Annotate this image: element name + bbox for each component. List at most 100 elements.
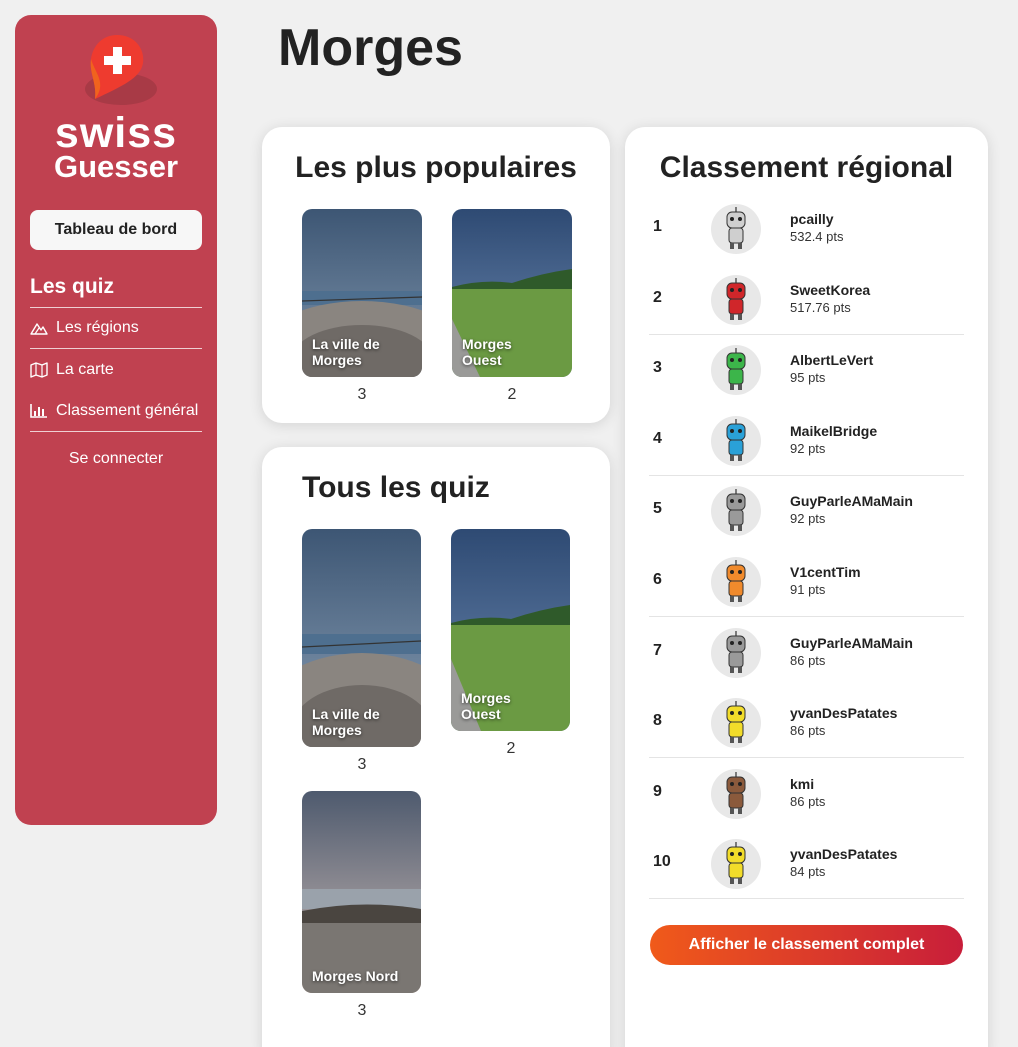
avatar [711,768,761,819]
quiz-count: 3 [357,1002,367,1019]
popular-quizzes-card: Les plus populaires La ville de Morges 3… [262,127,610,423]
quiz-count: 2 [507,386,517,403]
logo-pin-icon [85,35,157,105]
ranking-row[interactable]: 10 yvanDesPatates 84 pts [649,829,964,900]
sidebar-item-label: Les régions [56,319,139,336]
card-title: Classement régional [659,151,954,184]
player-name: V1centTim [790,564,861,580]
robot-avatar-icon [726,418,746,461]
player-name: AlbertLeVert [790,352,874,369]
bar-chart-icon [30,404,47,418]
player-name: yvanDesPatates [790,846,898,863]
robot-avatar-icon [726,701,746,744]
player-name: yvanDesPatates [790,705,898,722]
all-quizzes-card: Tous les quiz La ville de Morges 3 Morge… [262,447,610,1047]
avatar [711,204,761,254]
divider [30,348,202,349]
ranking-row[interactable]: 5 GuyParleAMaMain 92 pts [649,476,964,546]
quiz-card-label: Morges Ouest [462,336,512,368]
player-points: 86 pts [790,793,826,809]
rank-number: 7 [653,641,662,659]
avatar [711,698,761,749]
ranking-row[interactable]: 9 kmi 86 pts [649,759,964,829]
sidebar-item-ranking[interactable]: Classement général [30,399,198,423]
quiz-card-ville-de-morges[interactable]: La ville de Morges [302,209,422,377]
logo[interactable]: swiss Guesser [15,33,217,203]
shore-scene-image [302,791,421,993]
rank-number: 1 [653,218,662,235]
card-title: Tous les quiz [302,471,490,504]
sidebar-item-map[interactable]: La carte [30,358,114,382]
player-name: SweetKorea [790,281,871,298]
show-full-ranking-button[interactable]: Afficher le classement complet [650,925,963,965]
ranking-row[interactable]: 3 AlbertLeVert 95 pts [649,335,964,405]
avatar [711,839,761,890]
player-points: 95 pts [790,370,826,386]
login-link[interactable]: Se connecter [15,450,217,468]
rank-number: 9 [653,782,662,800]
robot-avatar-icon [726,630,746,673]
robot-avatar-icon [726,771,746,814]
ranking-row[interactable]: 4 MaikelBridge 92 pts [649,406,964,476]
logo-text-guesser: Guesser [53,149,179,184]
player-name: MaikelBridge [790,422,878,439]
avatar [711,345,761,396]
sidebar-item-label: Classement général [56,402,199,419]
quiz-card-morges-nord[interactable]: Morges Nord [302,791,421,993]
rank-number: 3 [653,359,662,377]
map-icon [30,362,48,378]
divider [30,307,202,308]
rank-number: 5 [653,500,662,518]
player-name: GuyParleAMaMain [790,493,913,510]
quiz-card-label: La ville de Morges [312,706,380,738]
quiz-count: 2 [506,740,516,757]
player-points: 532.4 pts [790,229,844,244]
ranking-row[interactable]: 8 yvanDesPatates 86 pts [649,688,964,759]
sidebar: swiss Guesser Tableau de bord Les quiz L… [15,15,217,825]
player-name: GuyParleAMaMain [790,634,913,651]
player-points: 91 pts [790,582,826,597]
ranking-row[interactable]: 6 V1centTim 91 pts [649,547,964,617]
ranking-row[interactable]: 2 SweetKorea 517.76 pts [649,265,964,335]
quiz-card-morges-ouest[interactable]: Morges Ouest [451,529,570,731]
quiz-section-title: Les quiz [30,275,115,298]
quiz-count: 3 [357,756,367,773]
quiz-card-ville-de-morges[interactable]: La ville de Morges [302,529,421,747]
robot-avatar-icon [726,842,746,885]
quiz-card-label: Morges Nord [312,968,399,984]
robot-avatar-icon [726,348,746,391]
sidebar-item-regions[interactable]: Les régions [30,316,139,340]
player-points: 84 pts [790,864,826,880]
sidebar-item-label: La carte [56,361,114,378]
robot-avatar-icon [726,560,746,602]
player-name: kmi [790,775,815,792]
rank-number: 10 [653,853,671,871]
robot-avatar-icon [726,207,746,249]
quiz-card-label: Morges Ouest [461,690,511,722]
rank-number: 2 [653,288,662,306]
player-points: 92 pts [790,511,826,527]
robot-avatar-icon [726,277,746,320]
regional-ranking-card: Classement régional 1 pcailly 532.4 pts 2 Sw… [625,127,988,1047]
rank-number: 4 [653,429,662,447]
player-points: 517.76 pts [790,299,851,315]
player-points: 86 pts [790,652,826,668]
ranking-row[interactable]: 1 pcailly 532.4 pts [649,194,964,264]
quiz-count: 3 [357,386,367,403]
robot-avatar-icon [726,489,746,532]
dashboard-button[interactable]: Tableau de bord [30,210,202,250]
avatar [711,557,761,607]
quiz-card-label: La ville de Morges [312,336,380,368]
quiz-card-morges-ouest[interactable]: Morges Ouest [452,209,572,377]
divider [30,431,202,432]
player-points: 86 pts [790,723,826,739]
avatar [711,486,761,537]
player-points: 92 pts [790,440,826,456]
player-name: pcailly [790,211,834,227]
avatar [711,627,761,678]
page-title: Morges [278,19,463,77]
ranking-row[interactable]: 7 GuyParleAMaMain 86 pts [649,618,964,688]
mountain-icon [30,323,48,335]
avatar [711,274,761,325]
rank-number: 8 [653,712,662,730]
